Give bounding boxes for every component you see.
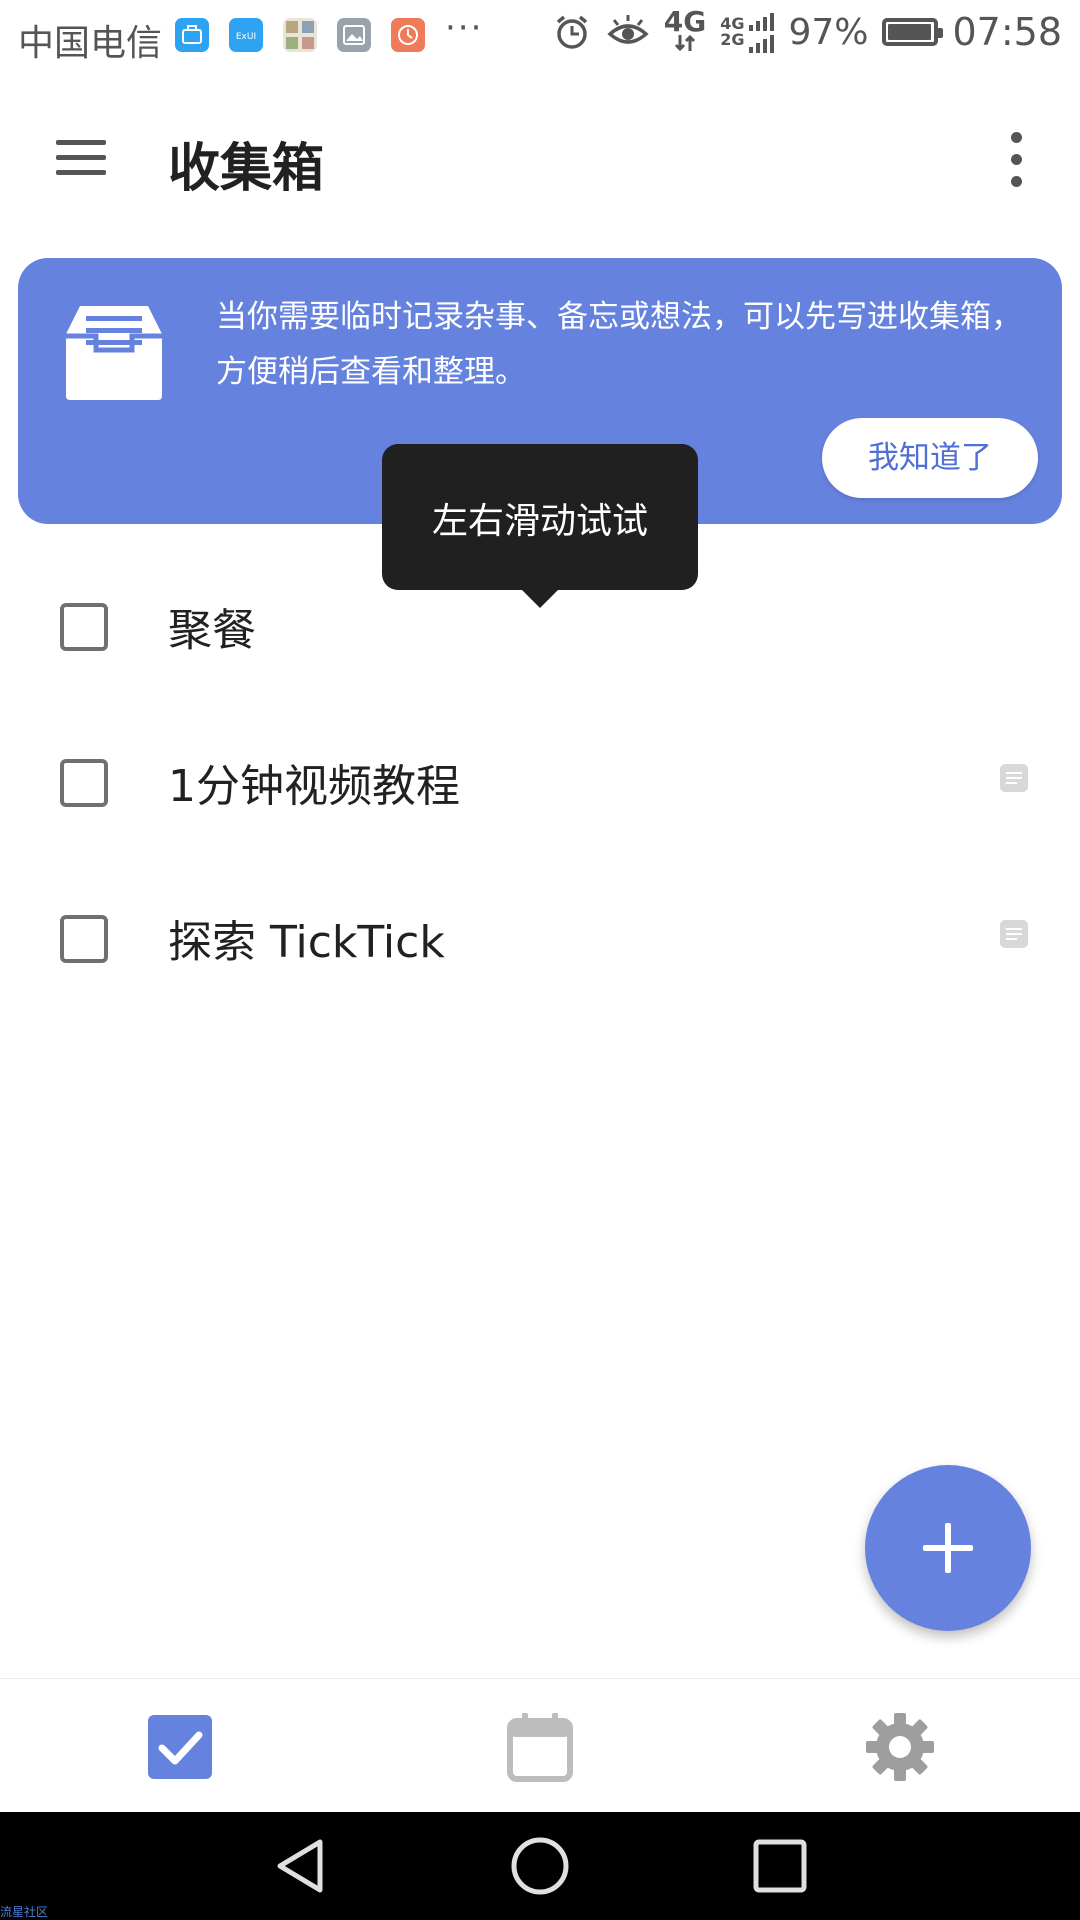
task-title: 1分钟视频教程 [168, 761, 460, 812]
more-notifications-indicator: ··· [445, 8, 484, 48]
photo-grid-app-icon [283, 18, 317, 52]
briefcase-app-icon [175, 18, 209, 52]
carrier-name: 中国电信 [18, 23, 163, 64]
dual-sim-signal: 4G 2G [720, 11, 775, 53]
inbox-tray-icon [66, 306, 162, 400]
notification-icons: ExUI [175, 18, 425, 52]
clock-app-icon [391, 18, 425, 52]
note-icon [1000, 920, 1028, 948]
svg-text:ExUI: ExUI [236, 32, 256, 42]
status-bar: 中国电信 ExUI ··· 4G 4G 2G 97% 07:58 [0, 0, 1080, 76]
battery-icon [882, 18, 944, 46]
status-right: 4G 4G 2G 97% 07:58 [552, 5, 1062, 54]
checkbox-checked-icon[interactable] [140, 1707, 220, 1787]
alarm-icon [556, 15, 587, 49]
task-row[interactable]: 探索 TickTick [0, 860, 1080, 1010]
hamburger-menu-icon[interactable] [50, 136, 110, 180]
home-icon[interactable] [508, 1834, 572, 1898]
back-icon[interactable] [270, 1834, 334, 1898]
banner-text: 当你需要临时记录杂事、备忘或想法，可以先写进收集箱，方便稍后查看和整理。 [216, 299, 1022, 390]
system-nav-bar: 流星社区 [0, 1812, 1080, 1920]
calendar-icon[interactable] [500, 1707, 580, 1787]
task-title: 聚餐 [168, 605, 256, 656]
task-row[interactable]: 聚餐 [0, 548, 1080, 698]
note-icon [1000, 764, 1028, 792]
task-checkbox[interactable] [60, 603, 108, 651]
exui-app-icon: ExUI [229, 18, 263, 52]
add-task-button[interactable] [865, 1465, 1031, 1631]
network-type-primary: 4G [663, 5, 707, 38]
task-row[interactable]: 1分钟视频教程 [0, 704, 1080, 854]
recents-icon[interactable] [748, 1834, 812, 1898]
page-title: 收集箱 [168, 139, 325, 199]
task-title: 探索 TickTick [168, 917, 445, 968]
gallery-app-icon [337, 18, 371, 52]
network-type-label: 4G [663, 5, 707, 53]
task-checkbox[interactable] [60, 759, 108, 807]
clock-time: 07:58 [952, 10, 1062, 54]
signal-icon [749, 13, 775, 53]
more-vert-icon[interactable] [990, 130, 1040, 190]
eye-comfort-icon [607, 15, 649, 44]
network-type-secondary: 4G 2G [720, 14, 745, 49]
watermark: 流星社区 [0, 1905, 49, 1919]
got-it-button[interactable]: 我知道了 [822, 418, 1038, 498]
bottom-nav [0, 1678, 1080, 1813]
gear-icon[interactable] [860, 1707, 940, 1787]
app-bar: 收集箱 [0, 76, 1080, 244]
task-checkbox[interactable] [60, 915, 108, 963]
battery-percent: 97% [788, 11, 869, 53]
